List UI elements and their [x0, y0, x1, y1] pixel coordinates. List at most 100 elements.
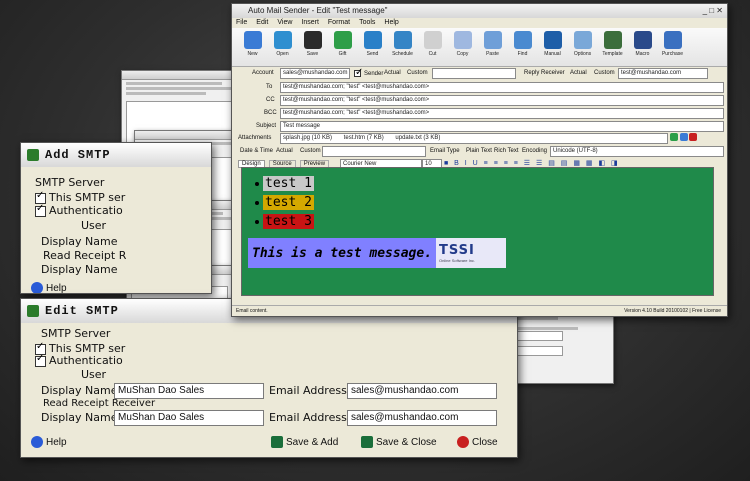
tssi-logo: TSSI Online Software Inc. — [436, 238, 507, 268]
purchase-icon — [663, 31, 682, 49]
logo-subtext: Online Software Inc. — [439, 258, 476, 263]
account-field[interactable]: sales@mushandao.com — [280, 68, 350, 79]
reply-custom-radio[interactable]: Custom — [594, 70, 615, 76]
find-icon — [513, 31, 532, 49]
menu-insert[interactable]: Insert — [301, 18, 319, 28]
message-text: This is a test message. — [252, 245, 433, 261]
main-titlebar: Auto Mail Sender - Edit "Test message" _… — [232, 4, 727, 18]
edit-smtp-title: Edit SMTP — [45, 304, 119, 318]
save-close-button[interactable]: Save & Close — [361, 436, 437, 448]
date-field[interactable] — [322, 146, 426, 157]
message-editor[interactable]: test 1 test 2 test 3 This is a test mess… — [241, 167, 714, 296]
cc-label: CC — [266, 97, 275, 103]
cut-icon — [423, 31, 442, 49]
status-right: Version 4.10 Build 20100102 | Free Licen… — [624, 308, 721, 314]
help-button[interactable]: Help — [31, 436, 67, 448]
mail-icon — [27, 149, 39, 161]
encoding-select[interactable]: Unicode (UTF-8) — [550, 146, 724, 157]
add-smtp-dialog: Add SMTP SMTP Server This SMTP ser Authe… — [20, 142, 212, 294]
manual-icon — [543, 31, 562, 49]
window-controls[interactable]: _ □ ✕ — [703, 4, 723, 18]
rich-text-radio[interactable]: Rich Text — [494, 148, 519, 154]
rr-display-name-label: Display Name — [41, 411, 118, 424]
manual-button[interactable]: Manual — [538, 28, 567, 66]
this-smtp-checkbox[interactable]: This SMTP ser — [35, 190, 125, 204]
paste-button[interactable]: Paste — [478, 28, 507, 66]
menu-edit[interactable]: Edit — [256, 18, 268, 28]
body-line-3: test 3 — [263, 214, 314, 229]
schedule-icon — [393, 31, 412, 49]
attachment-buttons[interactable] — [670, 133, 698, 143]
main-window: Auto Mail Sender - Edit "Test message" _… — [231, 3, 728, 317]
to-field[interactable]: test@mushandao.com; "test" <test@mushand… — [280, 82, 724, 93]
open-attachment-icon[interactable] — [679, 133, 688, 141]
menu-view[interactable]: View — [277, 18, 292, 28]
subject-field[interactable]: Test message — [280, 121, 724, 132]
save-add-button[interactable]: Save & Add — [271, 436, 338, 448]
display-name2-label: Display Name — [41, 263, 118, 276]
cut-button[interactable]: Cut — [418, 28, 447, 66]
rr-email-address-field[interactable]: sales@mushandao.com — [347, 410, 497, 426]
open-button[interactable]: Open — [268, 28, 297, 66]
attachments-field[interactable]: splash.jpg (10 KB) test.htm (7 KB) updat… — [280, 133, 668, 144]
reply-actual-radio[interactable]: Actual — [570, 70, 587, 76]
new-button[interactable]: New — [238, 28, 267, 66]
sender-field[interactable] — [432, 68, 516, 79]
status-bar: Email content. Version 4.10 Build 201001… — [232, 305, 727, 316]
read-receipt-label: Read Receipt Receiver — [43, 398, 156, 409]
save-button[interactable]: Save — [298, 28, 327, 66]
cc-field[interactable]: test@mushandao.com; "test" <test@mushand… — [280, 95, 724, 106]
actual-radio[interactable]: Actual — [384, 70, 401, 76]
template-button[interactable]: Template — [598, 28, 627, 66]
bcc-label: BCC — [264, 110, 277, 116]
attachment-item: update.txt (3 KB) — [395, 135, 441, 141]
custom-radio[interactable]: Custom — [407, 70, 428, 76]
display-name-field[interactable]: MuShan Dao Sales — [114, 383, 264, 399]
paste-icon — [483, 31, 502, 49]
macro-button[interactable]: Macro — [628, 28, 657, 66]
reply-receiver-field[interactable]: test@mushandao.com — [618, 68, 708, 79]
copy-icon — [453, 31, 472, 49]
bcc-field[interactable]: test@mushandao.com; "test" <test@mushand… — [280, 108, 724, 119]
gift-icon — [333, 31, 352, 49]
attachment-item: splash.jpg (10 KB) — [283, 135, 333, 141]
main-title: Auto Mail Sender - Edit "Test message" — [248, 6, 388, 15]
email-address-field[interactable]: sales@mushandao.com — [347, 383, 497, 399]
email-type-label: Email Type — [430, 148, 460, 154]
date-actual-radio[interactable]: Actual — [276, 148, 293, 154]
purchase-button[interactable]: Purchase — [658, 28, 687, 66]
options-button[interactable]: Options — [568, 28, 597, 66]
display-name-label: Display Name — [41, 384, 118, 397]
encoding-label: Encoding — [522, 148, 548, 154]
menu-format[interactable]: Format — [328, 18, 350, 28]
remove-attachment-icon[interactable] — [689, 133, 698, 141]
add-attachment-icon[interactable] — [670, 133, 678, 141]
gift-button[interactable]: Gift — [328, 28, 357, 66]
find-button[interactable]: Find — [508, 28, 537, 66]
menu-tools[interactable]: Tools — [359, 18, 375, 28]
edit-smtp-dialog: Edit SMTP SMTP Server This SMTP ser Auth… — [20, 298, 518, 458]
schedule-button[interactable]: Schedule — [388, 28, 417, 66]
plain-text-radio[interactable]: Plain Text — [466, 148, 492, 154]
menu-help[interactable]: Help — [384, 18, 398, 28]
authentication-checkbox[interactable]: Authenticatio — [35, 203, 123, 217]
copy-button[interactable]: Copy — [448, 28, 477, 66]
help-icon — [31, 436, 43, 448]
menu-file[interactable]: File — [236, 18, 247, 28]
display-name-label: Display Name — [41, 235, 118, 248]
rr-display-name-field[interactable]: MuShan Dao Sales — [114, 410, 264, 426]
user-label: User — [81, 219, 107, 232]
smtp-server-label: SMTP Server — [35, 176, 105, 189]
authentication-checkbox[interactable]: Authenticatio — [35, 353, 123, 367]
list-item: test 1 — [255, 176, 314, 191]
help-button[interactable]: Help — [31, 282, 67, 293]
close-button[interactable]: Close — [457, 436, 498, 448]
date-custom-radio[interactable]: Custom — [300, 148, 321, 154]
body-line-1: test 1 — [263, 176, 314, 191]
open-icon — [273, 31, 292, 49]
new-icon — [243, 31, 262, 49]
format-toolbar[interactable]: ■ B I U ≡ ≡ ≡ ≡ ☰ ☰ ▤ ▤ ▦ ▦ ◧ ◨ — [444, 159, 620, 167]
logo-text: TSSI — [439, 243, 475, 258]
send-button[interactable]: Send — [358, 28, 387, 66]
rr-email-address-label: Email Address — [269, 411, 347, 424]
